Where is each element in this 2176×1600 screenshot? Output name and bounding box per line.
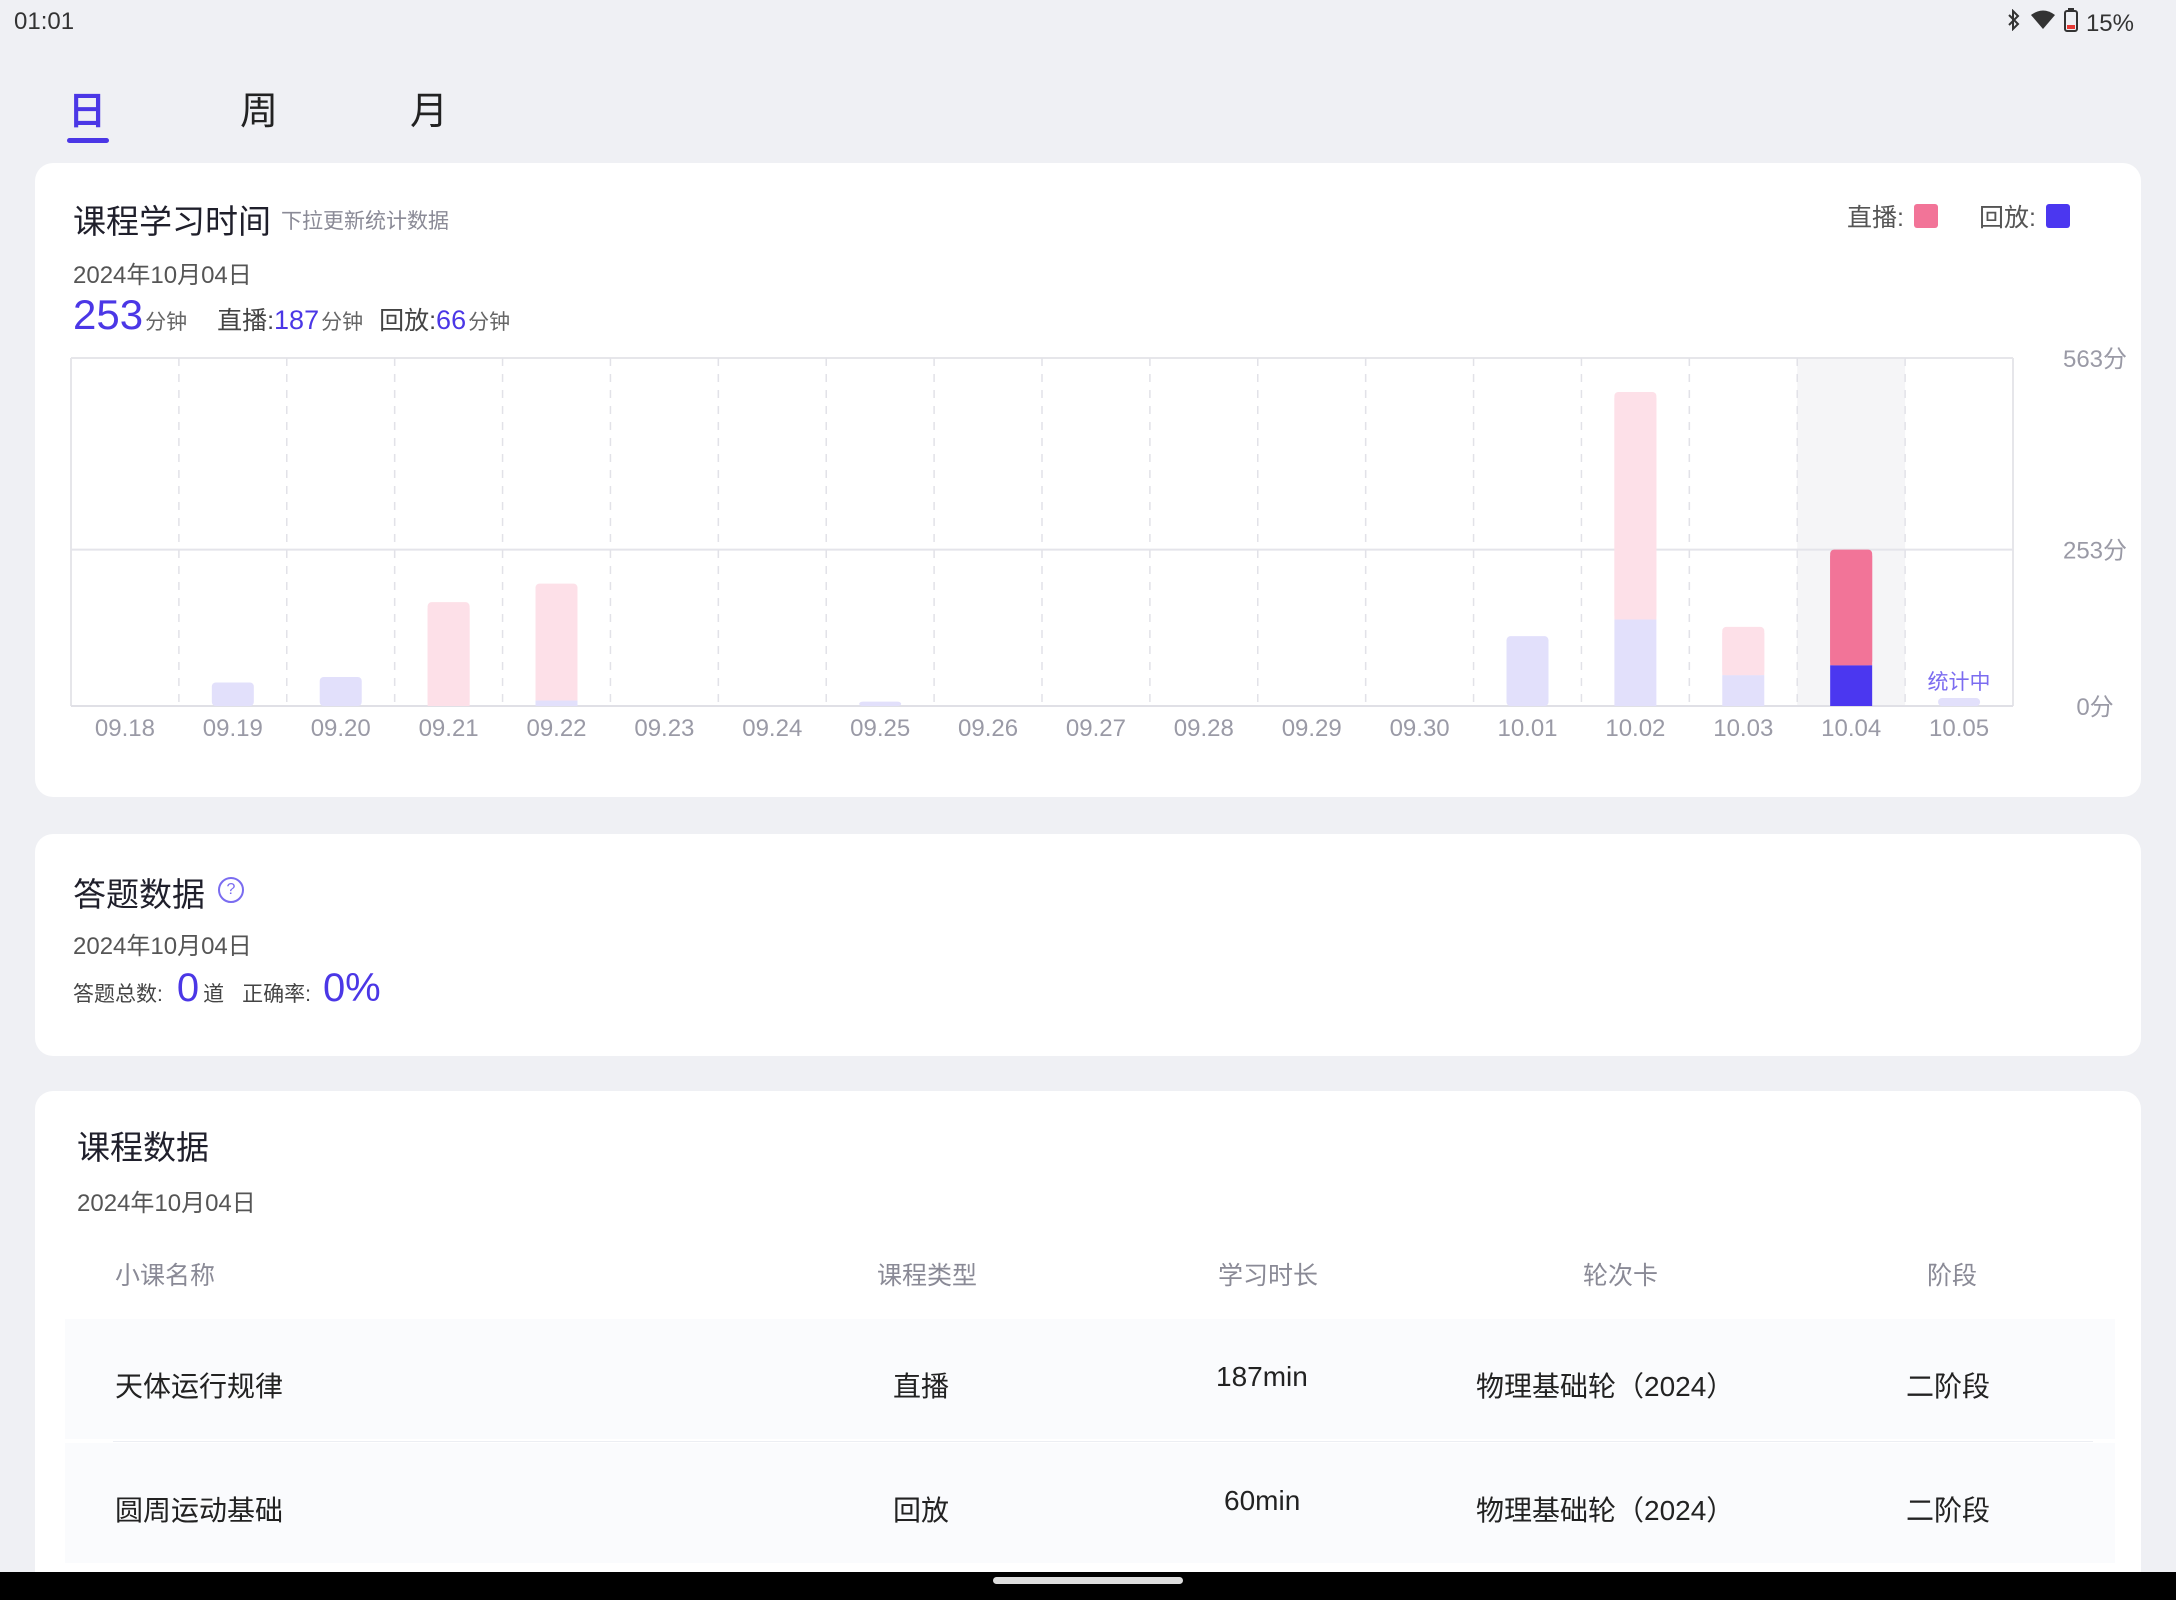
bar-live-fill-09.22: [535, 589, 578, 701]
col-study-duration: 学习时长: [1218, 1262, 1319, 1290]
x-tick-label: 09.21: [419, 715, 479, 742]
x-tick-label: 10.01: [1497, 715, 1557, 742]
bar-replay-09.20: [319, 676, 362, 706]
accuracy-label: 正确率:: [242, 983, 311, 1006]
y-tick-label: 253分: [2063, 538, 2127, 565]
course-data-card: 课程数据 2024年10月04日 小课名称 课程类型 学习时长 轮次卡 阶段 天…: [35, 1091, 2141, 1600]
bar-replay-09.19: [211, 682, 254, 706]
home-gesture-handle[interactable]: [993, 1577, 1183, 1584]
bar-replay-10.01: [1506, 636, 1549, 706]
round-card: 物理基础轮（2024）: [1476, 1495, 1735, 1526]
row-divider: [113, 1441, 2093, 1442]
wifi-icon: [2030, 9, 2056, 38]
accuracy-value: 0%: [322, 966, 381, 1010]
x-tick-label: 10.02: [1605, 715, 1665, 742]
bar-replay-10.05: [1938, 697, 1981, 706]
tab-week[interactable]: 周: [240, 80, 278, 135]
battery-percent: 15%: [2085, 9, 2134, 37]
x-tick-label: 09.23: [634, 715, 694, 742]
col-stage: 阶段: [1927, 1262, 1978, 1290]
bar-live-fill-10.02: [1614, 397, 1657, 620]
x-tick-label: 09.28: [1174, 715, 1234, 742]
bar-live-fill-09.21: [427, 608, 470, 706]
status-time: 01:01: [14, 8, 75, 35]
x-tick-label: 09.29: [1282, 715, 1342, 742]
bluetooth-icon: [2006, 8, 2022, 38]
tab-month[interactable]: 月: [410, 80, 448, 135]
table-row[interactable]: 天体运行规律 直播 187min 物理基础轮（2024） 二阶段: [65, 1319, 2115, 1439]
answer-date: 2024年10月04日: [73, 933, 252, 960]
tab-day[interactable]: 日: [68, 80, 106, 135]
answer-total-value: 0: [176, 966, 200, 1010]
bar-live-fill-10.03: [1722, 632, 1765, 676]
system-nav-bar: [0, 1572, 2176, 1600]
x-tick-label: 09.26: [958, 715, 1018, 742]
active-tab-indicator: [67, 138, 109, 143]
course-date: 2024年10月04日: [77, 1190, 256, 1217]
stage: 二阶段: [1906, 1371, 1991, 1402]
lesson-name: 天体运行规律: [115, 1371, 284, 1402]
status-icons: 15%: [2006, 8, 2134, 39]
study-time-card[interactable]: 课程学习时间 下拉更新统计数据 直播: 回放: 2024年10月04日 253 …: [35, 163, 2141, 797]
bar-live-fill-10.04: [1830, 555, 1873, 666]
col-course-type: 课程类型: [877, 1262, 978, 1290]
col-lesson-name: 小课名称: [115, 1262, 216, 1290]
x-tick-label: 09.24: [742, 715, 802, 742]
x-tick-label: 10.05: [1929, 715, 1989, 742]
y-tick-label: 0分: [2076, 694, 2113, 721]
status-bar: 01:01 15%: [0, 0, 2176, 44]
bar-replay-10.04: [1830, 665, 1873, 706]
round-card: 物理基础轮（2024）: [1476, 1371, 1735, 1402]
lesson-name: 圆周运动基础: [115, 1495, 284, 1526]
bar-replay-10.02: [1614, 619, 1657, 706]
question-circle-icon[interactable]: ?: [218, 877, 244, 903]
course-table-header: 小课名称 课程类型 学习时长 轮次卡 阶段: [80, 1256, 2110, 1306]
y-tick-label: 563分: [2063, 346, 2127, 373]
x-tick-label: 09.25: [850, 715, 910, 742]
stage: 二阶段: [1906, 1495, 1991, 1526]
x-tick-label: 09.19: [203, 715, 263, 742]
col-round-card: 轮次卡: [1583, 1262, 1659, 1290]
x-tick-label: 10.04: [1821, 715, 1881, 742]
course-type: 回放: [893, 1495, 950, 1526]
x-tick-label: 09.20: [311, 715, 371, 742]
battery-icon: [2063, 8, 2078, 39]
bar-replay-10.03: [1722, 675, 1765, 706]
x-tick-label: 09.30: [1390, 715, 1450, 742]
counting-label: 统计中: [1928, 671, 1991, 694]
answer-total-unit: 道: [203, 983, 225, 1006]
study-duration: 60min: [1224, 1485, 1301, 1516]
study-time-chart[interactable]: 09.18 09.19 09.20 09.21 09.22 09.23 09.24 09.25…: [35, 163, 2141, 797]
table-row[interactable]: 圆周运动基础 回放 60min 物理基础轮（2024） 二阶段: [65, 1443, 2115, 1563]
answer-title: 答题数据: [73, 876, 205, 913]
answer-data-card: 答题数据 ? 2024年10月04日 答题总数: 0 道 正确率: 0%: [35, 834, 2141, 1056]
course-title: 课程数据: [77, 1129, 209, 1166]
answer-summary: 答题总数: 0 道 正确率: 0%: [73, 966, 381, 1011]
x-tick-label: 09.27: [1066, 715, 1126, 742]
x-tick-label: 09.18: [95, 715, 155, 742]
x-tick-label: 09.22: [526, 715, 586, 742]
bar-replay-09.22: [535, 700, 578, 706]
bar-replay-09.25: [859, 701, 902, 706]
x-tick-label: 10.03: [1713, 715, 1773, 742]
course-type: 直播: [893, 1371, 950, 1402]
answer-total-label: 答题总数:: [73, 983, 163, 1006]
study-duration: 187min: [1216, 1361, 1308, 1392]
